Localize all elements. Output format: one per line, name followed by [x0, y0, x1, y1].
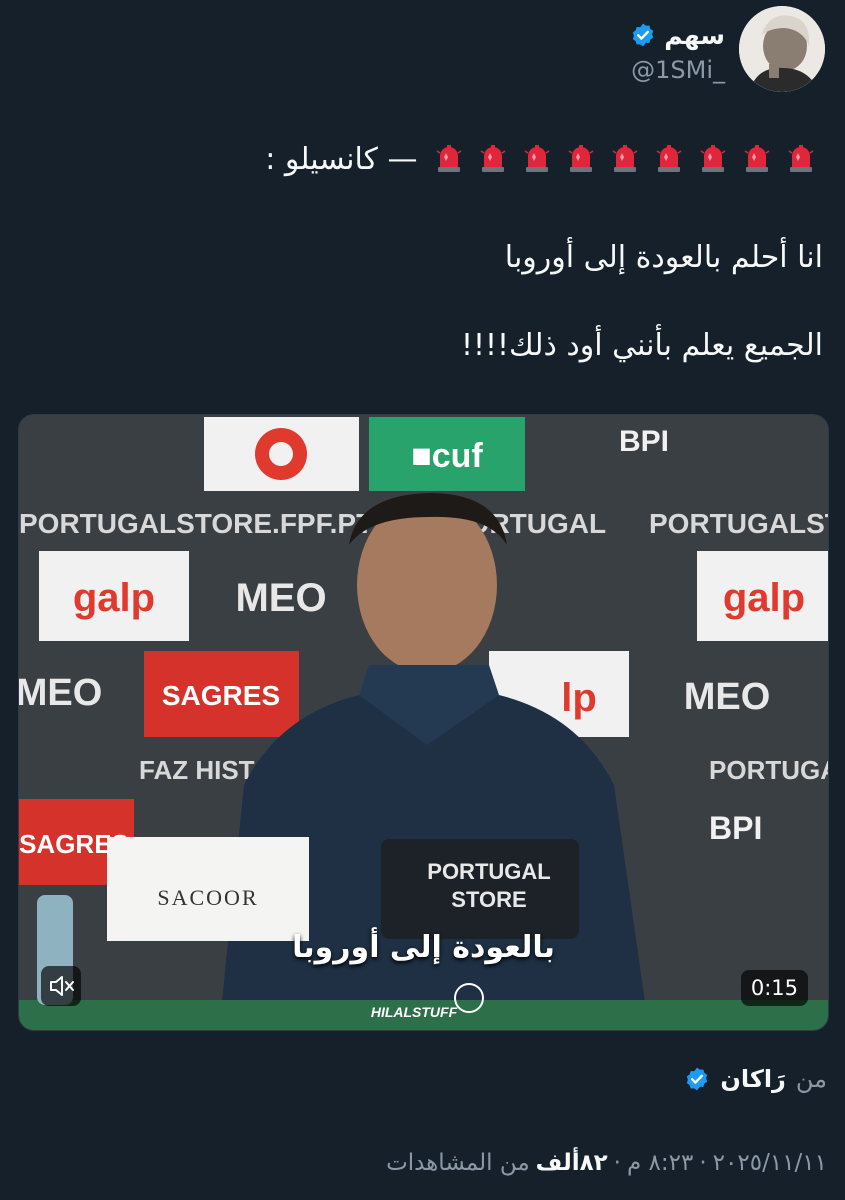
svg-text:SACOOR: SACOOR: [157, 885, 258, 910]
svg-text:galp: galp: [73, 576, 155, 620]
tweet-line1-text: كانسيلو :: [265, 142, 378, 177]
siren-emoji-icon: [610, 143, 640, 173]
svg-text:PORTUGAL: PORTUGAL: [709, 755, 828, 785]
siren-emoji-icon: [786, 143, 816, 173]
siren-emoji-icon: [522, 143, 552, 173]
siren-emoji-icon: [698, 143, 728, 173]
views-label: من المشاهدات: [386, 1150, 530, 1176]
siren-emoji-icon: [434, 143, 464, 173]
svg-text:STORE: STORE: [451, 887, 526, 912]
mute-button[interactable]: [41, 966, 81, 1006]
svg-text:BPI: BPI: [709, 810, 762, 846]
svg-text:galp: galp: [723, 576, 805, 620]
meta-separator: ·: [699, 1150, 707, 1176]
svg-text:PORTUGAL: PORTUGAL: [427, 859, 550, 884]
display-name[interactable]: سهم: [664, 21, 725, 50]
video-caption: بالعودة إلى أوروبا: [292, 930, 555, 965]
svg-text:■cuf: ■cuf: [411, 437, 483, 475]
siren-emoji-group: [427, 142, 823, 177]
em-dash: —: [387, 142, 418, 177]
svg-text:MEO: MEO: [684, 676, 771, 718]
tweet-header: سهم @1SMi_: [0, 0, 845, 110]
svg-text:SAGRES: SAGRES: [162, 680, 280, 711]
author-handle[interactable]: @1SMi_: [631, 56, 725, 84]
svg-text:lp: lp: [561, 676, 597, 720]
verified-badge-icon: [630, 22, 656, 48]
video-player[interactable]: ■cuf BPI PORTUGALSTORE.FPF.PT PORTUGAL P…: [18, 414, 829, 1031]
tweet-text-line-3: الجميع يعلم بأنني أود ذلك!!!!: [460, 328, 823, 363]
siren-emoji-icon: [478, 143, 508, 173]
svg-text:MEO: MEO: [19, 672, 102, 714]
meta-separator: ·: [613, 1150, 621, 1176]
views-count: ٨٢ألف: [535, 1150, 608, 1176]
display-name-row: سهم: [630, 18, 725, 52]
siren-emoji-icon: [566, 143, 596, 173]
avatar[interactable]: [739, 6, 825, 92]
svg-text:MEO: MEO: [235, 576, 326, 620]
speaker-muted-icon: [50, 976, 74, 996]
source-prefix: من: [795, 1065, 827, 1093]
tweet-text-line-1: — كانسيلو :: [265, 140, 823, 180]
video-duration: 0:15: [740, 970, 808, 1006]
svg-text:BPI: BPI: [619, 425, 669, 458]
svg-text:HILALSTUFF: HILALSTUFF: [371, 1004, 458, 1020]
tweet-date[interactable]: ٢٠٢٥/١١/١١: [713, 1150, 827, 1176]
source-attribution: من رَاكان: [684, 1062, 827, 1096]
tweet-time[interactable]: ٨:٢٣ م: [627, 1150, 693, 1176]
siren-emoji-icon: [742, 143, 772, 173]
source-account-name[interactable]: رَاكان: [720, 1065, 786, 1093]
svg-text:PORTUGALSTO: PORTUGALSTO: [649, 508, 828, 539]
siren-emoji-icon: [654, 143, 684, 173]
svg-text:PORTUGALSTORE.FPF.PT: PORTUGALSTORE.FPF.PT: [19, 508, 373, 539]
tweet-text-line-2: انا أحلم بالعودة إلى أوروبا: [504, 240, 823, 275]
tweet-meta: ٢٠٢٥/١١/١١ · ٨:٢٣ م · ٨٢ألف من المشاهدات: [386, 1150, 827, 1176]
verified-badge-icon: [684, 1066, 710, 1092]
